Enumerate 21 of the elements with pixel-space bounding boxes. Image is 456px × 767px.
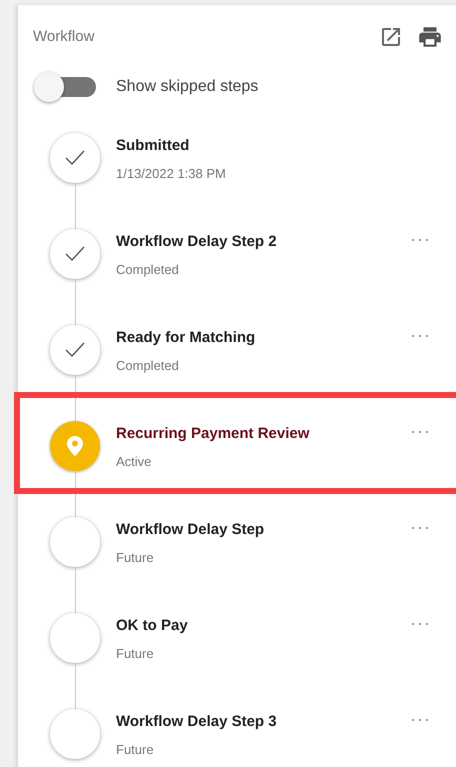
location-pin-icon (67, 436, 83, 456)
step-title: Workflow Delay Step 2 (116, 232, 278, 252)
check-icon (65, 342, 85, 358)
check-icon (65, 246, 85, 262)
step-status: Future (116, 740, 155, 758)
toggle-label: Show skipped steps (116, 77, 258, 98)
step-status: Completed (116, 260, 180, 279)
step-title: OK to Pay (116, 616, 189, 636)
step-status: 1/13/2022 1:38 PM (116, 164, 227, 182)
step-title: Workflow Delay Step (116, 520, 266, 540)
step-title: Ready for Matching (116, 328, 256, 348)
step-status: Future (116, 644, 155, 662)
step-status: Future (116, 548, 155, 566)
step-title: Recurring Payment Review (116, 424, 310, 444)
check-icon (65, 150, 85, 166)
panel-title: Workflow (33, 27, 94, 48)
toggle-switch[interactable] (34, 72, 96, 102)
step-status: Completed (116, 356, 180, 375)
step-title: Submitted (116, 136, 190, 156)
step-status: Active (116, 452, 152, 470)
step-title: Workflow Delay Step 3 (116, 712, 278, 732)
